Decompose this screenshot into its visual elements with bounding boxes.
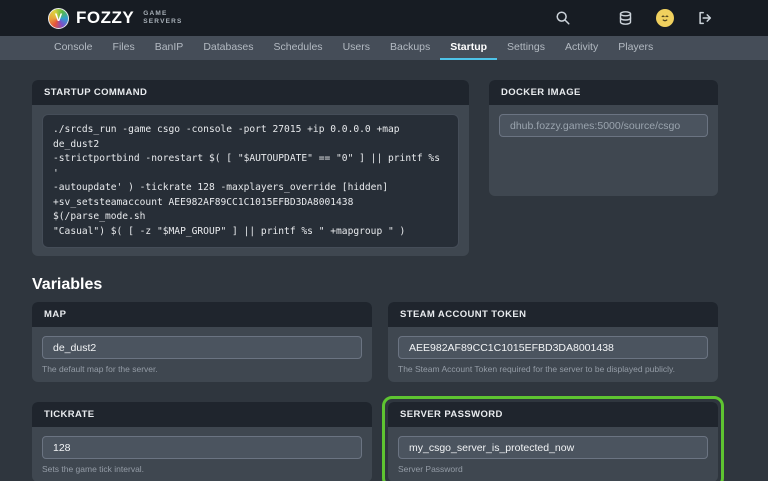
search-icon[interactable] (554, 9, 572, 27)
tab-backups[interactable]: Backups (380, 36, 440, 60)
user-avatar[interactable] (656, 9, 674, 27)
server-password-highlight: SERVER PASSWORD Server Password (388, 402, 718, 481)
steam-token-input[interactable] (398, 336, 708, 359)
variable-card-server-password: SERVER PASSWORD Server Password (388, 402, 718, 481)
tickrate-title: TICKRATE (32, 402, 372, 427)
tab-users[interactable]: Users (333, 36, 380, 60)
tab-databases[interactable]: Databases (193, 36, 263, 60)
sign-out-icon[interactable] (696, 9, 714, 27)
tab-activity[interactable]: Activity (555, 36, 608, 60)
fozzy-logo[interactable]: V FOZZY GAME SERVERS (48, 8, 183, 29)
variable-card-tickrate: TICKRATE Sets the game tick interval. (32, 402, 372, 481)
tab-startup[interactable]: Startup (440, 36, 497, 60)
brand-subtitle: GAME SERVERS (143, 10, 182, 26)
variables-heading: Variables (32, 276, 718, 294)
startup-command-text: ./srcds_run -game csgo -console -port 27… (42, 114, 459, 248)
map-help-text: The default map for the server. (42, 364, 362, 374)
steam-token-help-text: The Steam Account Token required for the… (398, 364, 708, 374)
tickrate-help-text: Sets the game tick interval. (42, 464, 362, 474)
tab-players[interactable]: Players (608, 36, 663, 60)
tab-banip[interactable]: BanIP (145, 36, 194, 60)
topbar-actions (554, 9, 714, 27)
top-bar: V FOZZY GAME SERVERS (0, 0, 768, 36)
variable-card-steam-token: STEAM ACCOUNT TOKEN The Steam Account To… (388, 302, 718, 382)
map-title: MAP (32, 302, 372, 327)
steam-token-title: STEAM ACCOUNT TOKEN (388, 302, 718, 327)
variable-card-map: MAP The default map for the server. (32, 302, 372, 382)
database-icon[interactable] (616, 9, 634, 27)
fozzy-logo-icon: V (48, 8, 69, 29)
map-input[interactable] (42, 336, 362, 359)
tab-console[interactable]: Console (44, 36, 103, 60)
startup-command-title: STARTUP COMMAND (32, 80, 469, 105)
startup-command-card: STARTUP COMMAND ./srcds_run -game csgo -… (32, 80, 469, 256)
docker-image-input[interactable] (499, 114, 708, 137)
tab-files[interactable]: Files (103, 36, 145, 60)
docker-image-title: DOCKER IMAGE (489, 80, 718, 105)
brand-name: FOZZY (76, 8, 134, 28)
docker-image-card: DOCKER IMAGE (489, 80, 718, 196)
tab-schedules[interactable]: Schedules (264, 36, 333, 60)
server-password-title: SERVER PASSWORD (388, 402, 718, 427)
server-nav-tabs: Console Files BanIP Databases Schedules … (0, 36, 768, 60)
server-password-input[interactable] (398, 436, 708, 459)
startup-page: STARTUP COMMAND ./srcds_run -game csgo -… (0, 60, 768, 481)
tab-settings[interactable]: Settings (497, 36, 555, 60)
tickrate-input[interactable] (42, 436, 362, 459)
server-password-help-text: Server Password (398, 464, 708, 474)
